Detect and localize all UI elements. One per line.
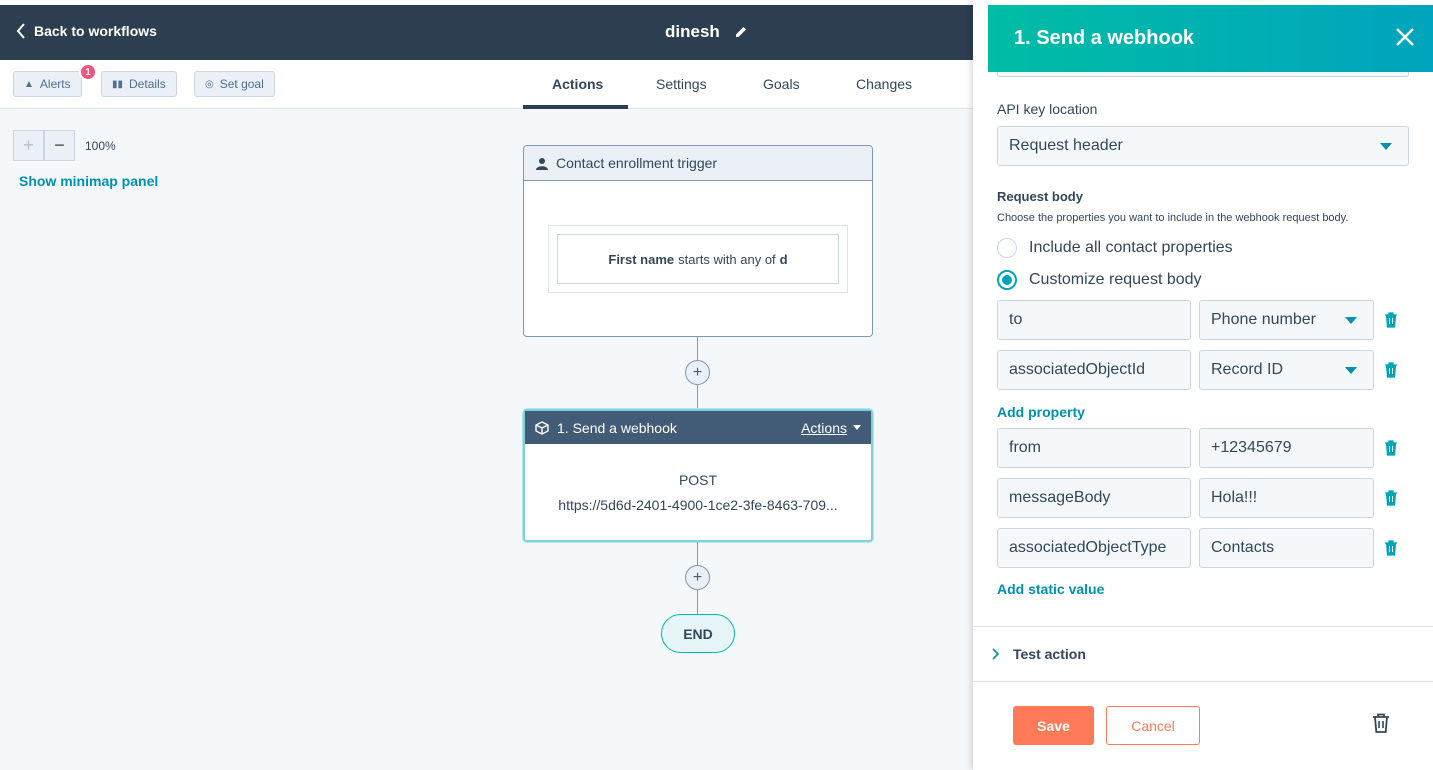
card-actions-label: Actions [801, 419, 847, 436]
property-value-select[interactable]: Phone number [1199, 300, 1374, 340]
dropdown-arrow-icon [1345, 317, 1357, 324]
back-label: Back to workflows [34, 23, 157, 39]
show-minimap-link[interactable]: Show minimap panel [19, 173, 158, 189]
alerts-button[interactable]: ▲ Alerts [13, 71, 82, 97]
panel-title: 1. Send a webhook [1014, 27, 1195, 49]
add-property-link[interactable]: Add property [997, 404, 1085, 420]
dropdown-arrow-icon [1380, 143, 1392, 150]
zoom-controls: + − [13, 130, 75, 161]
divider [973, 626, 1433, 627]
card-actions-dropdown[interactable]: Actions [801, 420, 861, 436]
static-value-input[interactable]: Contacts [1199, 528, 1374, 568]
contact-icon [536, 157, 548, 170]
trigger-title: Contact enrollment trigger [556, 155, 718, 171]
tab-goals[interactable]: Goals [763, 76, 800, 92]
radio-customize-label: Customize request body [1029, 271, 1202, 288]
radio-include-all-label: Include all contact properties [1029, 239, 1233, 256]
add-action-button[interactable]: + [685, 360, 710, 385]
webhook-method: POST [678, 472, 718, 488]
sub-toolbar: ▲ Alerts 1 ▮▮ Details ◎ Set goal Actions… [0, 60, 973, 109]
add-action-button[interactable]: + [685, 565, 710, 590]
filter-criteria[interactable]: First name starts with any of d [557, 234, 839, 284]
workflow-title[interactable]: dinesh [665, 22, 748, 42]
static-key-input[interactable]: associatedObjectType [997, 528, 1191, 568]
filter-operator: starts with any of [678, 251, 776, 267]
warning-icon: ▲ [24, 78, 34, 90]
cancel-button[interactable]: Cancel [1106, 706, 1200, 745]
zoom-out-button[interactable]: − [44, 130, 75, 161]
filter-value: d [779, 251, 788, 267]
property-value: Record ID [1211, 361, 1284, 378]
static-key-input[interactable]: messageBody [997, 478, 1191, 518]
cube-icon [535, 420, 549, 435]
set-goal-label: Set goal [219, 77, 264, 91]
scrolled-field-edge [997, 72, 1409, 77]
end-node: END [661, 614, 735, 653]
close-icon[interactable] [1393, 25, 1417, 49]
caret-down-icon [853, 425, 861, 430]
property-key-input[interactable]: to [997, 300, 1191, 340]
details-button[interactable]: ▮▮ Details [101, 71, 177, 97]
trigger-header: Contact enrollment trigger [524, 146, 872, 181]
radio-circle [997, 238, 1017, 258]
trash-icon[interactable] [1384, 440, 1398, 456]
target-icon: ◎ [205, 78, 214, 90]
filter-property: First name [608, 251, 675, 267]
tab-settings[interactable]: Settings [656, 76, 707, 92]
pencil-icon[interactable] [734, 25, 748, 39]
back-to-workflows-link[interactable]: Back to workflows [16, 23, 157, 39]
details-label: Details [129, 77, 166, 91]
webhook-action-card[interactable]: 1. Send a webhook Actions POST https://5… [523, 409, 873, 542]
radio-customize[interactable]: Customize request body [997, 270, 1202, 290]
save-button[interactable]: Save [1013, 706, 1094, 745]
webhook-card-header: 1. Send a webhook Actions [525, 411, 871, 444]
chevron-left-icon [16, 23, 25, 39]
static-value-input[interactable]: +12345679 [1199, 428, 1374, 468]
webhook-card-title: 1. Send a webhook [557, 419, 677, 436]
add-static-value-link[interactable]: Add static value [997, 581, 1104, 597]
radio-include-all[interactable]: Include all contact properties [997, 238, 1233, 258]
enrollment-trigger-card[interactable]: Contact enrollment trigger First name st… [523, 145, 873, 337]
static-value-input[interactable]: Hola!!! [1199, 478, 1374, 518]
panel-header: 1. Send a webhook [988, 5, 1433, 72]
action-side-panel: 1. Send a webhook API key location Reque… [973, 0, 1433, 770]
tab-actions[interactable]: Actions [552, 76, 603, 92]
trash-icon[interactable] [1384, 362, 1398, 378]
bar-chart-icon: ▮▮ [112, 78, 124, 90]
alerts-label: Alerts [39, 77, 71, 91]
request-body-help: Choose the properties you want to includ… [997, 212, 1349, 224]
zoom-in-button[interactable]: + [13, 130, 44, 161]
zoom-level: 100% [85, 139, 116, 153]
property-key-input[interactable]: associatedObjectId [997, 350, 1191, 390]
set-goal-button[interactable]: ◎ Set goal [194, 71, 275, 97]
trash-icon[interactable] [1384, 312, 1398, 328]
property-value-select[interactable]: Record ID [1199, 350, 1374, 390]
alerts-count-badge: 1 [79, 63, 97, 81]
api-key-location-label: API key location [997, 101, 1098, 117]
property-value: Phone number [1211, 311, 1316, 328]
workflow-name: dinesh [665, 22, 720, 41]
static-key-input[interactable]: from [997, 428, 1191, 468]
divider [973, 681, 1433, 682]
api-key-location-value: Request header [1009, 137, 1123, 154]
request-body-label: Request body [997, 189, 1083, 204]
webhook-url: https://5d6d-2401-4900-1ce2-3fe-8463-709… [558, 497, 838, 513]
delete-action-trash-icon[interactable] [1372, 713, 1390, 733]
test-action-label: Test action [1013, 646, 1086, 662]
trash-icon[interactable] [1384, 540, 1398, 556]
filter-group: First name starts with any of d [548, 225, 848, 293]
test-action-toggle[interactable]: Test action [991, 646, 1086, 662]
tab-changes[interactable]: Changes [856, 76, 912, 92]
api-key-location-select[interactable]: Request header [997, 126, 1409, 166]
top-bar: Back to workflows dinesh [0, 5, 973, 60]
active-tab-indicator [523, 105, 628, 109]
chevron-right-icon [992, 648, 999, 660]
radio-circle-selected [997, 270, 1017, 290]
dropdown-arrow-icon [1345, 367, 1357, 374]
trash-icon[interactable] [1384, 490, 1398, 506]
